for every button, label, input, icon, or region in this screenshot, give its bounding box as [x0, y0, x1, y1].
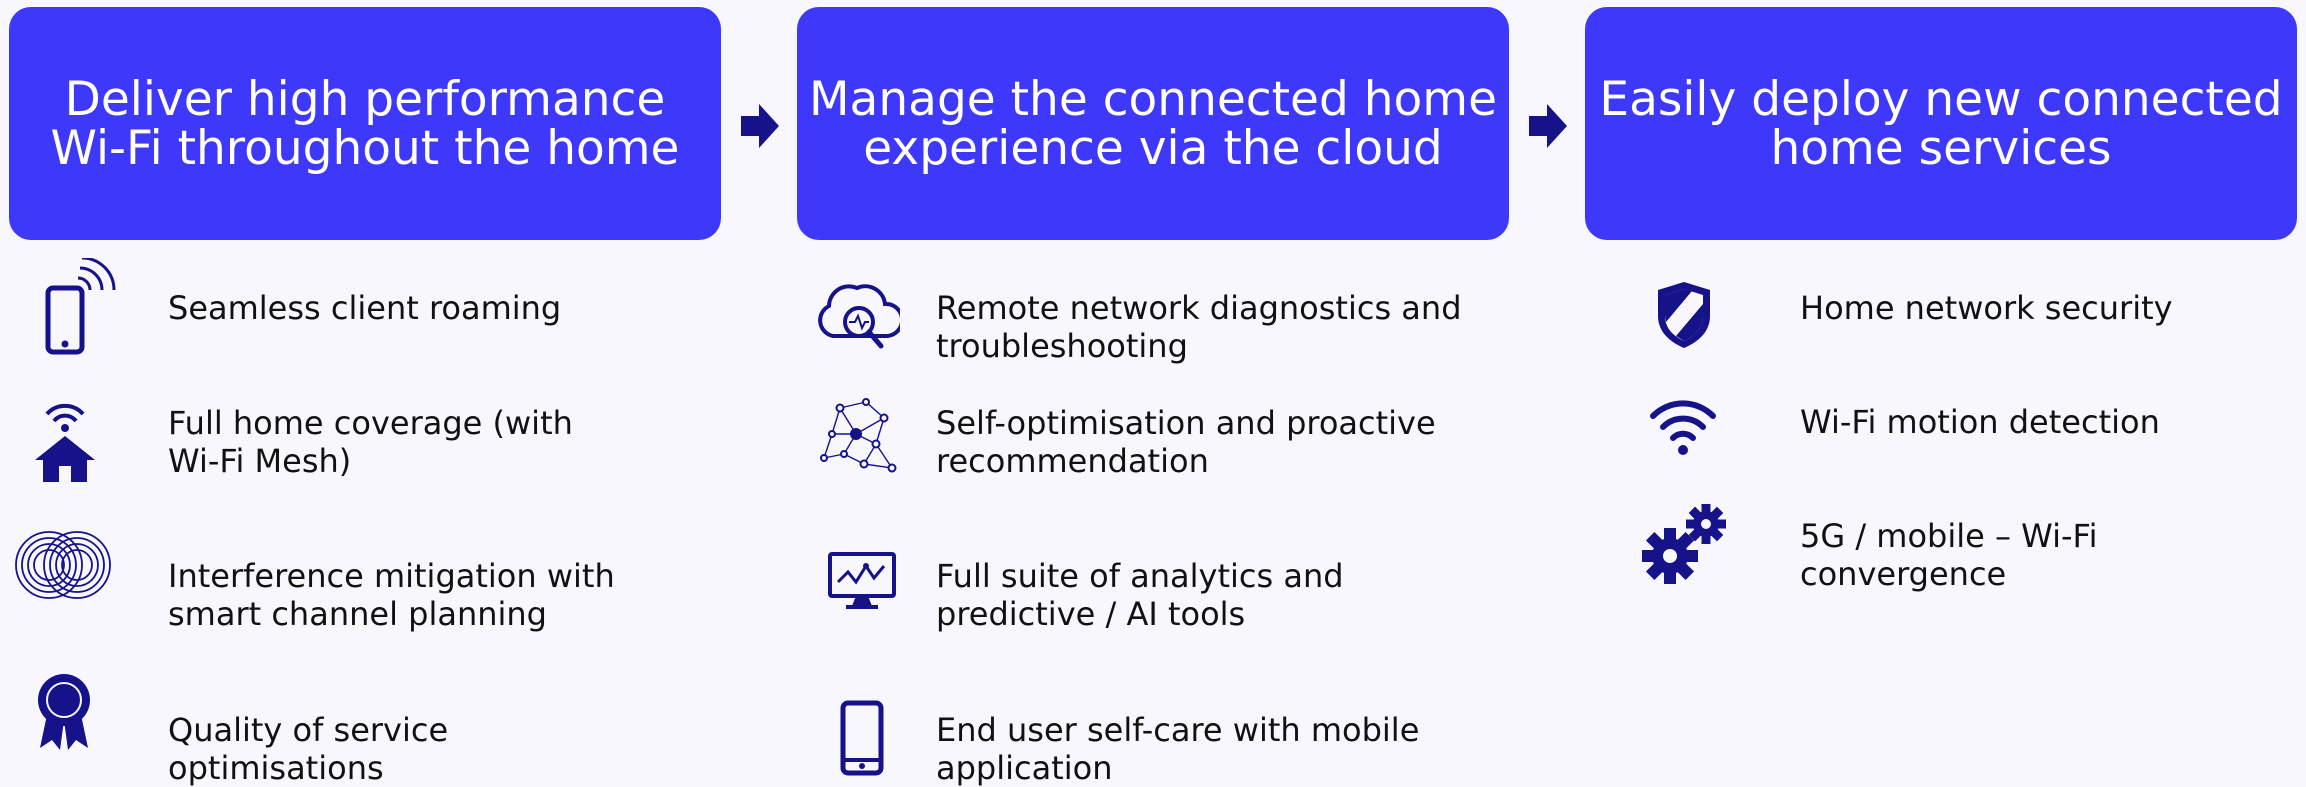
item-self-optimisation: Self-optimisation and proactive recommen… — [936, 404, 1436, 480]
interference-rings-icon — [15, 531, 111, 599]
analytics-monitor-icon — [828, 552, 896, 609]
network-nodes-icon — [820, 398, 897, 473]
wifi-home-icon — [35, 403, 95, 482]
header-deliver-wifi: Deliver high performance Wi-Fi throughou… — [9, 7, 721, 240]
item-5g-convergence: 5G / mobile – Wi-Fi convergence — [1800, 517, 2098, 593]
cloud-diagnostics-icon — [818, 284, 900, 349]
item-self-care-app: End user self-care with mobile applicati… — [936, 711, 1420, 787]
award-ribbon-icon — [38, 674, 90, 750]
gears-icon — [1642, 504, 1726, 584]
security-shield-icon — [1658, 282, 1710, 348]
item-remote-diagnostics: Remote network diagnostics and troublesh… — [936, 289, 1462, 365]
item-interference-mitigation: Interference mitigation with smart chann… — [168, 557, 615, 633]
item-full-home-coverage: Full home coverage (with Wi-Fi Mesh) — [168, 404, 573, 480]
item-motion-detection: Wi-Fi motion detection — [1800, 403, 2160, 441]
arrow-right-icon — [1529, 104, 1567, 148]
item-home-network-security: Home network security — [1800, 289, 2173, 327]
header-manage-cloud: Manage the connected home experience via… — [797, 7, 1509, 240]
item-quality-of-service: Quality of service optimisations — [168, 711, 449, 787]
mobile-signal-icon — [45, 258, 116, 355]
mobile-phone-icon — [840, 700, 884, 776]
item-analytics-suite: Full suite of analytics and predictive /… — [936, 557, 1344, 633]
item-seamless-roaming: Seamless client roaming — [168, 289, 562, 327]
header-deploy-services: Easily deploy new connected home service… — [1585, 7, 2297, 240]
arrow-right-icon — [741, 104, 779, 148]
wifi-icon — [1650, 400, 1716, 455]
